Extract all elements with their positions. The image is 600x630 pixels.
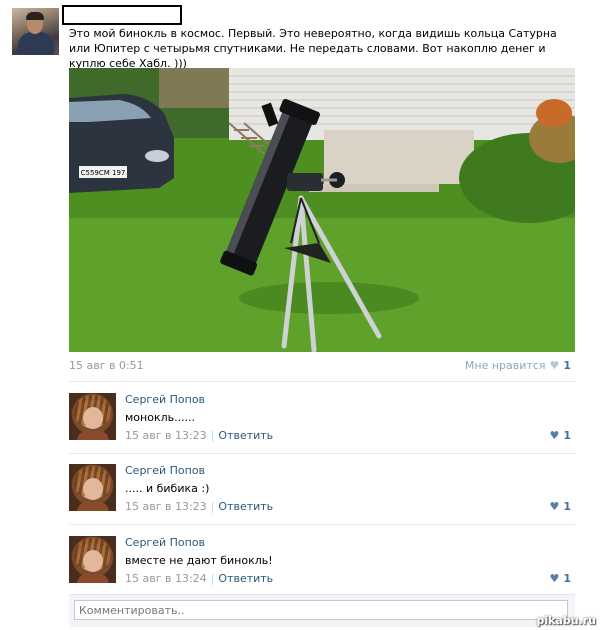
comment-date[interactable]: 15 авг в 13:23 — [125, 429, 207, 442]
comment-footer: 15 авг в 13:23 | Ответить — [125, 429, 273, 442]
heart-icon: ♥ — [549, 429, 560, 442]
reply-link[interactable]: Ответить — [218, 429, 273, 442]
comment-like-button[interactable]: ♥ 1 — [549, 429, 571, 442]
author-avatar[interactable] — [12, 8, 59, 55]
watermark: pikabu.ru — [536, 614, 596, 627]
comment-text: монокль...... — [125, 411, 196, 424]
divider — [69, 524, 575, 525]
comment-footer: 15 авг в 13:23 | Ответить — [125, 500, 273, 513]
author-name-redacted — [62, 5, 182, 25]
comment-author[interactable]: Сергей Попов — [125, 393, 205, 406]
comment: Сергей Попов монокль...... 15 авг в 13:2… — [69, 393, 575, 455]
comment-date[interactable]: 15 авг в 13:23 — [125, 500, 207, 513]
post-photo[interactable]: С559СМ 197 — [69, 68, 575, 352]
comment: Сергей Попов ..... и бибика :) 15 авг в … — [69, 464, 575, 526]
comment-like-button[interactable]: ♥ 1 — [549, 572, 571, 585]
post-like-button[interactable]: Мне нравится ♥ 1 — [465, 359, 571, 372]
like-count: 1 — [563, 359, 571, 372]
comment-like-count: 1 — [563, 500, 571, 513]
comment-author[interactable]: Сергей Попов — [125, 536, 205, 549]
comment-author[interactable]: Сергей Попов — [125, 464, 205, 477]
separator: | — [210, 500, 215, 513]
comment: Сергей Попов вместе не дают бинокль! 15 … — [69, 536, 575, 598]
comment-date[interactable]: 15 авг в 13:24 — [125, 572, 207, 585]
like-label: Мне нравится — [464, 359, 546, 372]
comment-input[interactable]: Комментировать.. — [74, 600, 568, 620]
comment-text: вместе не дают бинокль! — [125, 554, 273, 567]
post-meta: 15 авг в 0:51 Мне нравится ♥ 1 — [69, 359, 575, 375]
comment-footer: 15 авг в 13:24 | Ответить — [125, 572, 273, 585]
heart-icon: ♥ — [549, 572, 560, 585]
separator: | — [210, 572, 215, 585]
separator: | — [210, 429, 215, 442]
divider — [69, 453, 575, 454]
wall-post: Это мой бинокль в космос. Первый. Это не… — [0, 0, 600, 630]
heart-icon: ♥ — [549, 500, 560, 513]
comment-avatar[interactable] — [69, 536, 116, 583]
post-text: Это мой бинокль в космос. Первый. Это не… — [69, 27, 557, 70]
comment-text: ..... и бибика :) — [125, 482, 210, 495]
comment-like-count: 1 — [563, 572, 571, 585]
heart-icon: ♥ — [549, 359, 560, 372]
comment-like-button[interactable]: ♥ 1 — [549, 500, 571, 513]
post-date[interactable]: 15 авг в 0:51 — [69, 359, 144, 372]
reply-link[interactable]: Ответить — [218, 500, 273, 513]
comment-avatar[interactable] — [69, 464, 116, 511]
svg-text:С559СМ 197: С559СМ 197 — [81, 169, 126, 177]
comment-like-count: 1 — [563, 429, 571, 442]
divider — [69, 381, 575, 382]
comment-avatar[interactable] — [69, 393, 116, 440]
reply-link[interactable]: Ответить — [218, 572, 273, 585]
comment-form: Комментировать.. — [69, 594, 575, 627]
